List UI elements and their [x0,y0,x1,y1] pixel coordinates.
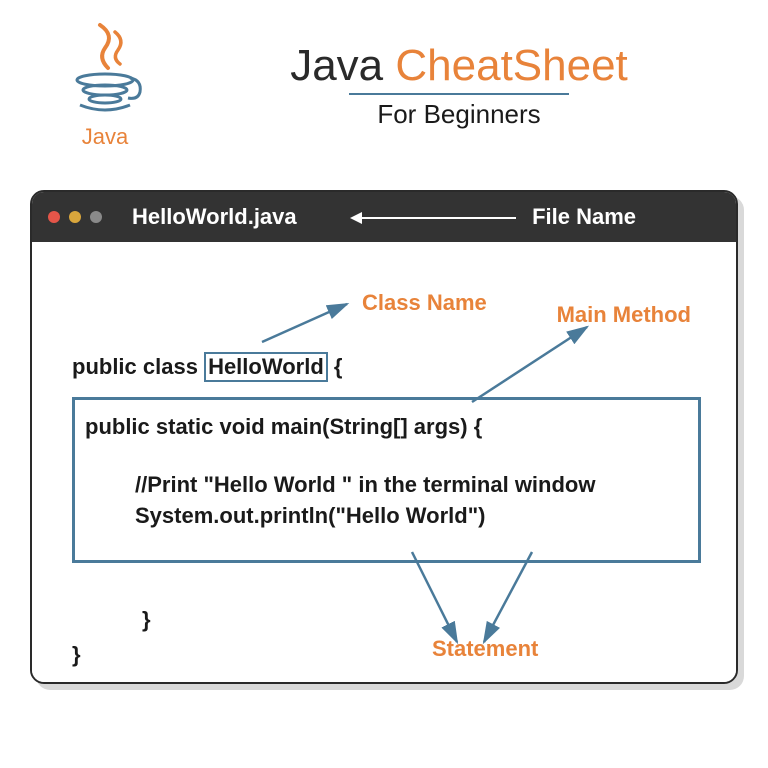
code-closing-braces: } } [72,602,151,672]
title-underline [349,93,569,95]
close-icon[interactable] [48,211,60,223]
label-main-method: Main Method [557,302,691,328]
filename: HelloWorld.java [132,204,297,230]
code-body: Class Name Main Method Statement public … [32,242,736,682]
code-main-signature: public static void main(String[] args) { [85,414,688,440]
arrow-filename-icon [352,217,516,219]
code-window: HelloWorld.java File Name Class Name Mai… [30,190,738,684]
code-open-brace: { [328,354,343,379]
titlebar: HelloWorld.java File Name [32,192,736,242]
filename-label: File Name [532,204,636,230]
maximize-icon[interactable] [90,211,102,223]
java-logo: Java [60,20,150,150]
logo-text: Java [82,124,128,150]
code-class-decl: public class HelloWorld { [72,352,342,382]
code-println: System.out.println("Hello World") [135,501,688,532]
header: Java Java CheatSheet For Beginners [0,0,768,160]
brace-inner: } [72,602,151,637]
code-comment: //Print "Hello World " in the terminal w… [135,470,688,501]
label-statement: Statement [432,636,538,662]
window-controls [48,211,102,223]
label-class-name: Class Name [362,290,487,316]
subtitle: For Beginners [190,99,728,130]
code-public-class: public class [72,354,204,379]
title-java: Java [290,41,395,90]
classname-box: HelloWorld [204,352,328,382]
brace-outer: } [72,637,151,672]
title-cheatsheet: CheatSheet [395,41,627,90]
title-block: Java CheatSheet For Beginners [190,41,728,130]
page-title: Java CheatSheet [190,41,728,91]
main-method-box: public static void main(String[] args) {… [72,397,701,563]
minimize-icon[interactable] [69,211,81,223]
